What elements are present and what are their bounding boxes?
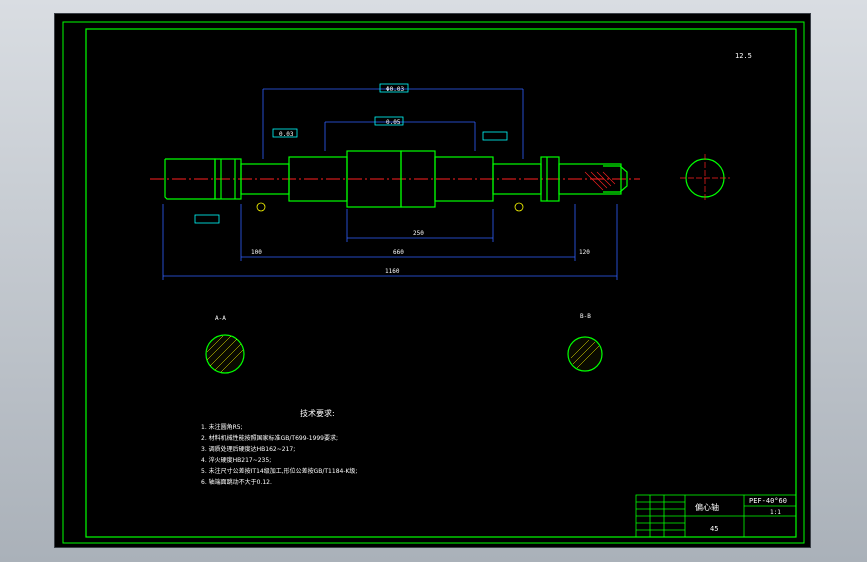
sheet-number: 45 [710, 525, 718, 533]
section-b-label: B-B [580, 313, 591, 320]
dim-left: 100 [251, 249, 262, 256]
datum-a-marker [256, 202, 266, 212]
datum-b-marker [514, 202, 524, 212]
dim-total: 1160 [385, 268, 400, 275]
svg-text:6. 轴端面跳动不大于0.12.: 6. 轴端面跳动不大于0.12. [201, 478, 272, 486]
drawing-title: 偏心轴 [695, 502, 719, 512]
dim-center: 250 [413, 230, 424, 237]
model-number: PEF-40°60 [749, 497, 787, 505]
svg-text:5. 未注尺寸公差按IT14级加工,形位公差按GB/T118: 5. 未注尺寸公差按IT14级加工,形位公差按GB/T1184-K级; [201, 467, 357, 475]
svg-text:2. 材料机械性能按照国家标准GB/T699-1999要求;: 2. 材料机械性能按照国家标准GB/T699-1999要求; [201, 434, 338, 442]
section-a-label: A-A [215, 315, 226, 322]
svg-text:1. 未注圆角R5;: 1. 未注圆角R5; [201, 423, 243, 431]
keyway [584, 171, 616, 191]
cad-viewport[interactable]: Φ0.03 0.05 0.03 1160 660 250 100 120 A-A [54, 13, 811, 548]
concentric-value: Φ0.03 [386, 86, 404, 93]
dim-right: 120 [579, 249, 590, 256]
runout-value-1: 0.05 [386, 119, 401, 126]
runout-value-2: 0.03 [279, 131, 294, 138]
svg-text:4. 淬火硬度HB217~235;: 4. 淬火硬度HB217~235; [201, 456, 271, 464]
outer-frame [62, 21, 805, 544]
section-a [205, 334, 245, 374]
svg-text:3. 调质处理后硬度达HB162~217;: 3. 调质处理后硬度达HB162~217; [201, 445, 295, 453]
inner-frame [85, 28, 797, 538]
engineering-drawing: Φ0.03 0.05 0.03 1160 660 250 100 120 A-A [62, 21, 805, 544]
dimension-lines [162, 88, 618, 280]
section-b [567, 336, 603, 372]
scale: 1:1 [770, 509, 781, 516]
roughness-symbol: 12.5 [735, 52, 752, 60]
tolerance-frames [194, 83, 508, 224]
tech-title: 技术要求: [300, 408, 335, 418]
dim-span: 660 [393, 249, 404, 256]
tech-notes: 1. 未注圆角R5; 2. 材料机械性能按照国家标准GB/T699-1999要求… [201, 423, 357, 486]
